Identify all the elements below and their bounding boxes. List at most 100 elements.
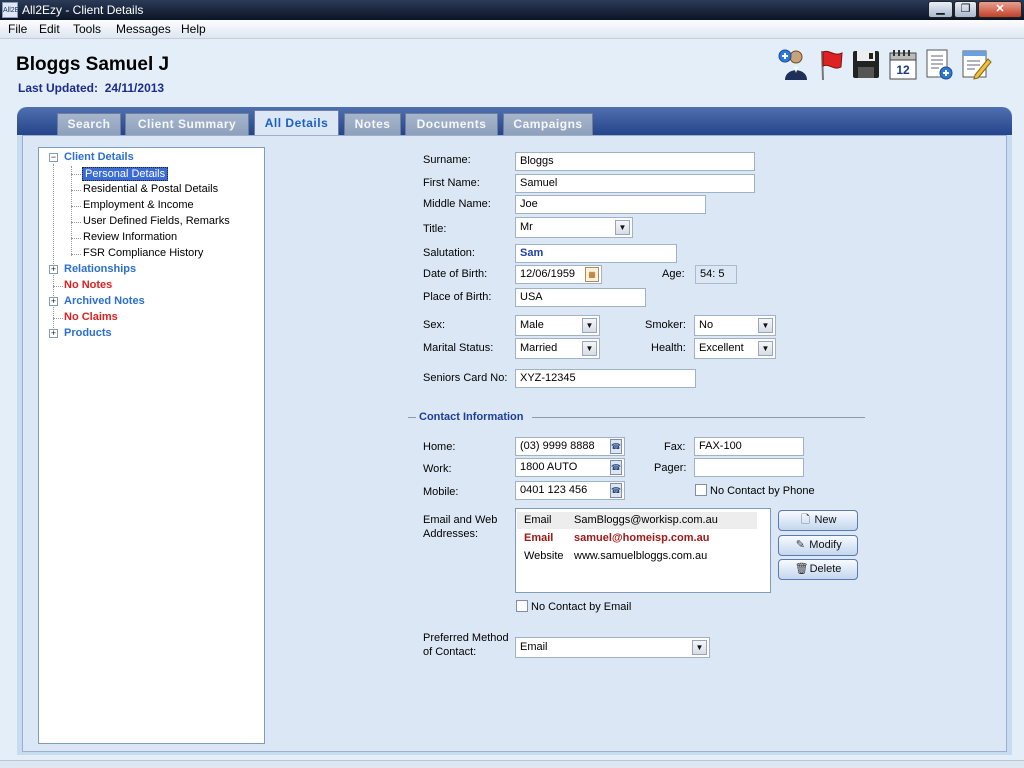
work-phone-field[interactable]: 1800 AUTO ☎ bbox=[515, 458, 625, 477]
minimize-button[interactable]: ▁ bbox=[928, 1, 953, 18]
smoker-select[interactable]: No ▼ bbox=[694, 315, 776, 336]
middle-name-label: Middle Name: bbox=[423, 198, 491, 210]
last-updated: Last Updated: 24/11/2013 bbox=[18, 81, 164, 95]
section-divider bbox=[408, 417, 416, 418]
dob-field[interactable]: 12/06/1959 ▦ bbox=[515, 265, 602, 284]
calendar-icon-number: 12 bbox=[896, 63, 910, 77]
health-select[interactable]: Excellent ▼ bbox=[694, 338, 776, 359]
tree-employment-income[interactable]: Employment & Income bbox=[83, 199, 194, 211]
list-item[interactable]: Email samuel@homeisp.com.au bbox=[517, 530, 757, 547]
calendar-icon[interactable]: 12 bbox=[887, 47, 919, 81]
no-contact-email-label: No Contact by Email bbox=[531, 601, 632, 613]
client-name: Bloggs Samuel J bbox=[16, 54, 170, 75]
calendar-picker-icon[interactable]: ▦ bbox=[585, 267, 599, 282]
sex-label: Sex: bbox=[423, 319, 446, 331]
menu-help[interactable]: Help bbox=[181, 22, 206, 36]
no-contact-email-checkbox[interactable] bbox=[516, 600, 528, 612]
fax-field[interactable]: FAX-100 bbox=[694, 437, 804, 456]
dob-label: Date of Birth: bbox=[423, 268, 488, 280]
no-contact-phone-checkbox[interactable] bbox=[695, 484, 707, 496]
last-updated-label: Last Updated: bbox=[18, 81, 99, 95]
new-button[interactable]: 🗋 New bbox=[778, 510, 858, 531]
expand-products-icon[interactable]: + bbox=[49, 329, 58, 338]
chevron-down-icon[interactable]: ▼ bbox=[582, 341, 597, 356]
menu-edit[interactable]: Edit bbox=[39, 22, 60, 36]
first-name-field[interactable]: Samuel bbox=[515, 174, 755, 193]
pager-label: Pager: bbox=[654, 462, 687, 474]
tab-documents[interactable]: Documents bbox=[405, 113, 498, 135]
chevron-down-icon[interactable]: ▼ bbox=[582, 318, 597, 333]
tree-no-claims[interactable]: No Claims bbox=[64, 311, 118, 323]
preferred-contact-select[interactable]: Email ▼ bbox=[515, 637, 710, 658]
list-item[interactable]: Email SamBloggs@workisp.com.au bbox=[517, 512, 757, 529]
surname-field[interactable]: Bloggs bbox=[515, 152, 755, 171]
tree-relationships[interactable]: Relationships bbox=[64, 263, 136, 275]
pob-field[interactable]: USA bbox=[515, 288, 646, 307]
tab-all-details[interactable]: All Details bbox=[254, 110, 339, 136]
phone-icon[interactable]: ☎ bbox=[610, 460, 622, 475]
chevron-down-icon[interactable]: ▼ bbox=[692, 640, 707, 655]
trash-icon: 🗑 bbox=[794, 563, 809, 575]
email-address: SamBloggs@workisp.com.au bbox=[574, 514, 718, 526]
phone-icon[interactable]: ☎ bbox=[610, 439, 622, 454]
chevron-down-icon[interactable]: ▼ bbox=[758, 318, 773, 333]
restore-button[interactable]: ❐ bbox=[954, 1, 977, 18]
title-select[interactable]: Mr ▼ bbox=[515, 217, 633, 238]
modify-button[interactable]: ✎ Modify bbox=[778, 535, 858, 556]
tree-client-details[interactable]: Client Details bbox=[64, 151, 134, 163]
menu-tools[interactable]: Tools bbox=[73, 22, 101, 36]
tab-campaigns[interactable]: Campaigns bbox=[503, 113, 593, 135]
sex-value: Male bbox=[520, 319, 544, 331]
tree-fsr-compliance[interactable]: FSR Compliance History bbox=[83, 247, 203, 259]
tree-residential-postal[interactable]: Residential & Postal Details bbox=[83, 183, 218, 195]
restore-icon: ❐ bbox=[960, 3, 971, 15]
chevron-down-icon[interactable]: ▼ bbox=[758, 341, 773, 356]
window-title: All2Ezy - Client Details bbox=[22, 3, 144, 17]
tree-archived-notes[interactable]: Archived Notes bbox=[64, 295, 145, 307]
title-label: Title: bbox=[423, 223, 447, 235]
flag-icon[interactable] bbox=[814, 47, 846, 81]
tree-personal-details[interactable]: Personal Details bbox=[82, 167, 169, 181]
add-person-icon[interactable] bbox=[778, 47, 810, 81]
marital-status-select[interactable]: Married ▼ bbox=[515, 338, 600, 359]
tree-user-defined-fields[interactable]: User Defined Fields, Remarks bbox=[83, 215, 230, 227]
tree-no-notes[interactable]: No Notes bbox=[64, 279, 112, 291]
save-icon[interactable] bbox=[850, 47, 882, 81]
close-button[interactable]: ✕ bbox=[978, 1, 1022, 18]
tab-client-summary[interactable]: Client Summary bbox=[125, 113, 249, 135]
preferred-contact-label-line2: of Contact: bbox=[423, 646, 477, 658]
marital-status-value: Married bbox=[520, 342, 558, 354]
tree-review-information[interactable]: Review Information bbox=[83, 231, 177, 243]
chevron-down-icon[interactable]: ▼ bbox=[615, 220, 630, 235]
expand-relationships-icon[interactable]: + bbox=[49, 265, 58, 274]
salutation-label: Salutation: bbox=[423, 247, 475, 259]
phone-icon[interactable]: ☎ bbox=[610, 483, 622, 498]
mobile-field[interactable]: 0401 123 456 ☎ bbox=[515, 481, 625, 500]
sex-select[interactable]: Male ▼ bbox=[515, 315, 600, 336]
menu-file[interactable]: File bbox=[8, 22, 27, 36]
middle-name-field[interactable]: Joe bbox=[515, 195, 706, 214]
collapse-client-details-icon[interactable]: − bbox=[49, 153, 58, 162]
menu-bar: File Edit Tools Messages Help bbox=[0, 20, 1024, 39]
edit-notes-icon[interactable] bbox=[960, 47, 992, 81]
tree-products[interactable]: Products bbox=[64, 327, 112, 339]
salutation-field[interactable]: Sam bbox=[515, 244, 677, 263]
pager-field[interactable] bbox=[694, 458, 804, 477]
expand-archived-notes-icon[interactable]: + bbox=[49, 297, 58, 306]
app-icon: All2Ezy bbox=[2, 2, 26, 18]
first-name-label: First Name: bbox=[423, 177, 480, 189]
menu-messages[interactable]: Messages bbox=[116, 22, 171, 36]
add-document-icon[interactable] bbox=[923, 47, 955, 81]
section-divider bbox=[532, 417, 865, 418]
no-contact-phone-label: No Contact by Phone bbox=[710, 485, 815, 497]
seniors-card-field[interactable]: XYZ-12345 bbox=[515, 369, 696, 388]
delete-button[interactable]: 🗑Delete bbox=[778, 559, 858, 580]
tab-search[interactable]: Search bbox=[57, 113, 121, 135]
home-phone-value: (03) 9999 8888 bbox=[520, 440, 595, 452]
home-phone-field[interactable]: (03) 9999 8888 ☎ bbox=[515, 437, 625, 456]
new-document-icon: 🗋 bbox=[801, 514, 810, 526]
email-web-list[interactable]: Email SamBloggs@workisp.com.au Email sam… bbox=[515, 508, 771, 593]
list-item[interactable]: Website www.samuelbloggs.com.au bbox=[517, 548, 757, 565]
email-address: samuel@homeisp.com.au bbox=[574, 532, 710, 544]
tab-notes[interactable]: Notes bbox=[344, 113, 401, 135]
